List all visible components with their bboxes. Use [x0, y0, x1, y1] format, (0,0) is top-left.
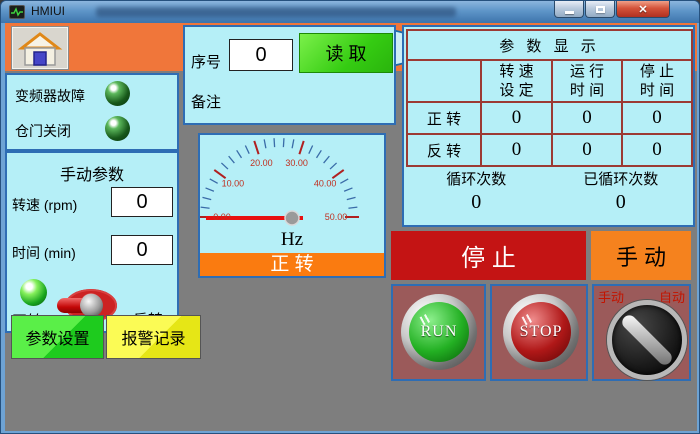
minimize-button[interactable]: [554, 1, 584, 18]
svg-text:20.00: 20.00: [250, 158, 273, 168]
cycles-done-value: 0: [549, 191, 694, 214]
param-table: 参 数 显 示 转 速 设 定 运 行 时 间 停 止 时 间 正 转 0 0 …: [406, 29, 693, 167]
cycles-done-label: 已循环次数: [549, 168, 694, 189]
gauge-unit: Hz: [200, 229, 384, 251]
run-button-label: RUN: [421, 323, 458, 341]
stop-panel: STOP: [490, 284, 588, 381]
toggle-core-icon: [80, 294, 103, 317]
alarm-record-button[interactable]: 报警记录: [106, 315, 201, 359]
time-input[interactable]: [111, 235, 173, 265]
col-stop-time: 停 止 时 间: [622, 60, 692, 102]
rev-stop-time: 0: [622, 134, 692, 166]
inverter-fault-label: 变频器故障: [15, 86, 85, 106]
titlebar[interactable]: HMIUI ✕: [1, 1, 699, 23]
serial-input[interactable]: [229, 39, 293, 71]
rev-speed: 0: [481, 134, 552, 166]
run-button[interactable]: RUN: [401, 294, 477, 370]
speed-input[interactable]: [111, 187, 173, 217]
close-button[interactable]: ✕: [616, 1, 670, 18]
table-row-forward: 正 转 0 0 0: [407, 102, 692, 134]
manual-mode-button[interactable]: 手 动: [591, 231, 691, 280]
remark-label: 备注: [191, 91, 221, 112]
row-label: 反 转: [407, 134, 481, 166]
fwd-stop-time: 0: [622, 102, 692, 134]
home-icon: [14, 30, 66, 68]
read-button[interactable]: 读 取: [299, 33, 393, 73]
gauge-hub: [285, 211, 299, 225]
frequency-gauge-panel: 0.00 10.00 20.00 30.00 40.00 50.00 Hz 正 转: [198, 133, 386, 278]
stop-status-bar[interactable]: 停 止: [391, 231, 586, 280]
mode-selector-knob[interactable]: [607, 300, 687, 380]
stop-button-label: STOP: [520, 323, 563, 341]
svg-text:50.00: 50.00: [325, 212, 348, 222]
col-speed-setting: 转 速 设 定: [481, 60, 552, 102]
blurred-path-text: [96, 7, 456, 17]
fwd-speed: 0: [481, 102, 552, 134]
door-closed-led: [105, 116, 130, 141]
svg-text:0.00: 0.00: [213, 212, 231, 222]
speed-label: 转速 (rpm): [12, 195, 77, 215]
cycle-counters: 循环次数 0 已循环次数 0: [404, 165, 693, 214]
serial-panel: 序号 读 取 备注: [183, 25, 396, 125]
stop-button[interactable]: STOP: [503, 294, 579, 370]
table-row-reverse: 反 转 0 0 0: [407, 134, 692, 166]
time-label: 时间 (min): [12, 243, 76, 263]
gauge-direction-bar: 正 转: [200, 253, 384, 276]
manual-params-title: 手动参数: [7, 161, 177, 185]
maximize-icon: [596, 6, 605, 13]
manual-params-panel: 手动参数 转速 (rpm) 时间 (min) 正转 反转: [5, 151, 179, 333]
home-button[interactable]: [11, 26, 69, 70]
svg-text:10.00: 10.00: [222, 178, 245, 188]
corner-cell: [407, 60, 481, 102]
maximize-button[interactable]: [585, 1, 615, 18]
door-closed-label: 仓门关闭: [15, 121, 71, 141]
gauge-dial: 0.00 10.00 20.00 30.00 40.00 50.00: [200, 135, 384, 231]
hmi-screen: Techin ∞ 拖拽上传 /15 17:59:18 变频器故障 仓门关闭 手动…: [5, 23, 697, 431]
run-panel: RUN: [391, 284, 486, 381]
rev-run-time: 0: [552, 134, 622, 166]
cycles-label: 循环次数: [404, 168, 549, 189]
serial-label: 序号: [191, 51, 221, 72]
inverter-fault-led: [105, 81, 130, 106]
minimize-icon: [565, 11, 574, 14]
app-icon: [9, 5, 25, 19]
app-window: HMIUI ✕ Techin ∞ 拖拽: [0, 0, 700, 434]
param-display-panel: 参 数 显 示 转 速 设 定 运 行 时 间 停 止 时 间 正 转 0 0 …: [402, 25, 695, 227]
window-title: HMIUI: [31, 4, 65, 18]
svg-text:40.00: 40.00: [314, 178, 337, 188]
forward-run-led: [20, 279, 47, 306]
param-table-title: 参 数 显 示: [407, 30, 692, 60]
row-label: 正 转: [407, 102, 481, 134]
col-run-time: 运 行 时 间: [552, 60, 622, 102]
mode-knob-panel: 手动 自动: [592, 284, 691, 381]
svg-text:30.00: 30.00: [285, 158, 308, 168]
knob-handle-icon: [619, 312, 674, 367]
close-icon: ✕: [638, 3, 647, 16]
fwd-run-time: 0: [552, 102, 622, 134]
status-panel: 变频器故障 仓门关闭: [5, 73, 179, 151]
cycles-value: 0: [404, 191, 549, 214]
param-settings-button[interactable]: 参数设置: [11, 315, 104, 359]
knob-manual-label: 手动: [598, 287, 624, 306]
